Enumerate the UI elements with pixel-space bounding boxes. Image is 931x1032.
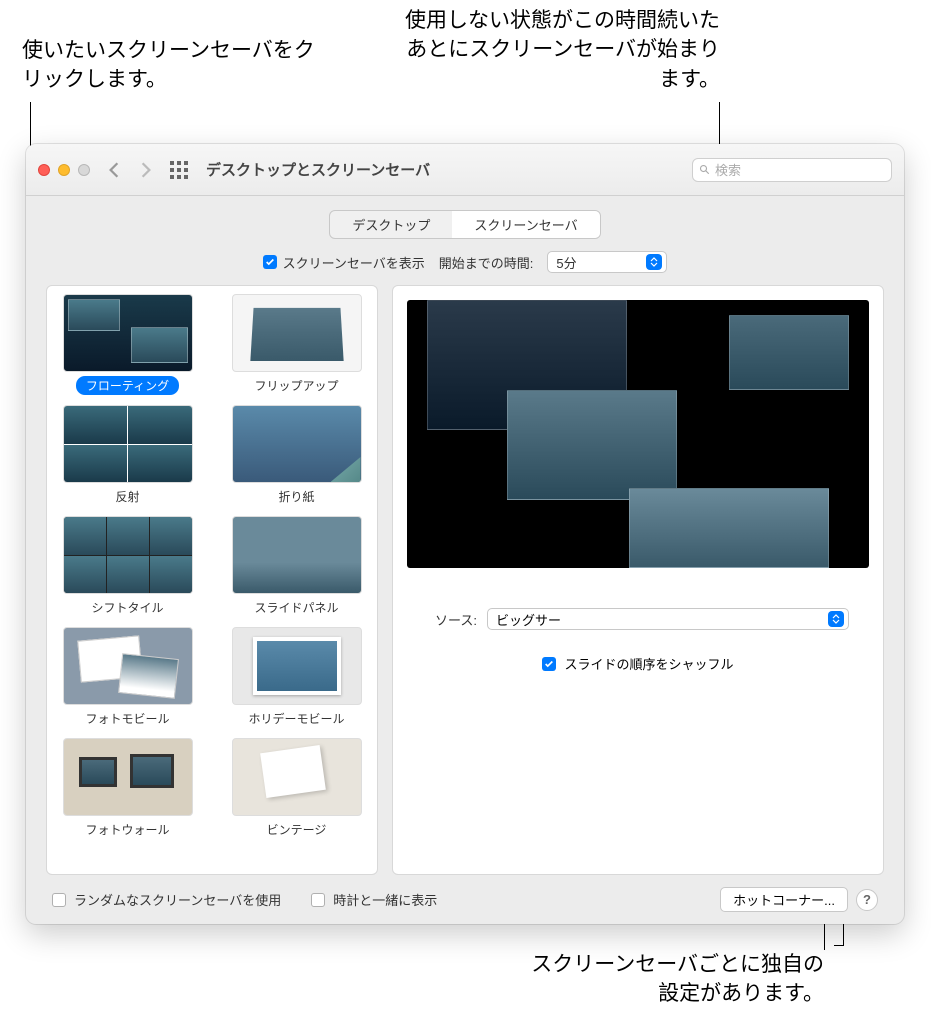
callout-select-saver: 使いたいスクリーンセーバをクリックします。 — [22, 36, 322, 95]
screensaver-thumbnail — [63, 294, 193, 372]
search-field[interactable]: 検索 — [692, 158, 892, 182]
screensaver-label: フォトモビール — [75, 709, 179, 728]
screensaver-thumbnail — [232, 738, 362, 816]
traffic-lights — [38, 164, 90, 176]
top-options: スクリーンセーバを表示 開始までの時間: 5分 — [46, 251, 884, 273]
popup-arrows-icon — [646, 254, 662, 270]
tab-desktop[interactable]: デスクトップ — [330, 211, 452, 238]
callout-idle-time: 使用しない状態がこの時間続いたあとにスクリーンセーバが始まります。 — [400, 6, 720, 94]
show-all-icon[interactable] — [170, 161, 188, 179]
start-after-label: 開始までの時間: — [439, 253, 534, 272]
screensaver-label: 反射 — [105, 487, 149, 506]
search-icon — [699, 164, 711, 176]
screensaver-thumbnail — [232, 294, 362, 372]
screensaver-label: フローティング — [76, 376, 179, 395]
screensaver-item[interactable]: 折り紙 — [224, 405, 369, 506]
preview-image[interactable] — [407, 300, 869, 568]
show-screensaver-label: スクリーンセーバを表示 — [283, 253, 425, 272]
close-button[interactable] — [38, 164, 50, 176]
hot-corners-button[interactable]: ホットコーナー... — [720, 887, 848, 912]
clock-label: 時計と一緒に表示 — [333, 890, 437, 909]
preview-pane: ソース: ビッグサー スライドの順序をシャ — [392, 285, 884, 875]
tab-control: デスクトップ スクリーンセーバ — [46, 210, 884, 239]
start-after-popup[interactable]: 5分 — [547, 251, 667, 273]
screensaver-item[interactable]: フローティング — [55, 294, 200, 395]
titlebar: デスクトップとスクリーンセーバ 検索 — [26, 144, 904, 196]
screensaver-label: 折り紙 — [268, 487, 324, 506]
search-placeholder: 検索 — [715, 160, 741, 179]
screensaver-label: フォトウォール — [75, 820, 179, 839]
minimize-button[interactable] — [58, 164, 70, 176]
screensaver-thumbnail — [232, 405, 362, 483]
screensaver-thumbnail — [63, 516, 193, 594]
random-label: ランダムなスクリーンセーバを使用 — [74, 890, 281, 909]
screensaver-thumbnail — [63, 627, 193, 705]
help-button[interactable]: ? — [856, 889, 878, 911]
screensaver-item[interactable]: フォトモビール — [55, 627, 200, 728]
screensaver-label: スライドパネル — [244, 598, 348, 617]
screensaver-item[interactable]: フリップアップ — [224, 294, 369, 395]
preferences-window: デスクトップとスクリーンセーバ 検索 デスクトップ スクリーンセーバ スクリーン… — [26, 144, 904, 924]
screensaver-label: ビンテージ — [257, 820, 337, 839]
nav-arrows — [108, 161, 152, 179]
callout-own-settings: スクリーンセーバごとに独自の設定があります。 — [524, 950, 824, 1009]
shuffle-label: スライドの順序をシャッフル — [564, 654, 733, 673]
tab-screensaver[interactable]: スクリーンセーバ — [452, 211, 599, 238]
screensaver-thumbnail — [63, 738, 193, 816]
screensaver-thumbnail — [63, 405, 193, 483]
screensaver-item[interactable]: ホリデーモビール — [224, 627, 369, 728]
screensaver-list[interactable]: フローティング フリップアップ反射 折り紙シフトタイル スライドパネルフォトモビール ホ… — [46, 285, 378, 875]
window-title: デスクトップとスクリーンセーバ — [206, 159, 430, 180]
screensaver-item[interactable]: ビンテージ — [224, 738, 369, 839]
bottom-bar: ランダムなスクリーンセーバを使用 時計と一緒に表示 ホットコーナー... ? — [46, 875, 884, 924]
start-after-value: 5分 — [556, 253, 576, 272]
back-icon[interactable] — [108, 161, 120, 179]
shuffle-checkbox[interactable] — [542, 657, 556, 671]
screensaver-label: シフトタイル — [81, 598, 173, 617]
screensaver-item[interactable]: シフトタイル — [55, 516, 200, 617]
screensaver-item[interactable]: スライドパネル — [224, 516, 369, 617]
source-value: ビッグサー — [496, 610, 561, 629]
screensaver-item[interactable]: 反射 — [55, 405, 200, 506]
screensaver-thumbnail — [232, 516, 362, 594]
source-popup[interactable]: ビッグサー — [487, 608, 849, 630]
popup-arrows-icon — [828, 611, 844, 627]
forward-icon[interactable] — [140, 161, 152, 179]
screensaver-label: フリップアップ — [244, 376, 348, 395]
screensaver-thumbnail — [232, 627, 362, 705]
screensaver-label: ホリデーモビール — [238, 709, 354, 728]
screensaver-item[interactable]: フォトウォール — [55, 738, 200, 839]
zoom-button — [78, 164, 90, 176]
show-screensaver-checkbox[interactable] — [263, 255, 277, 269]
source-label: ソース: — [427, 610, 477, 629]
clock-checkbox[interactable] — [311, 893, 325, 907]
random-checkbox[interactable] — [52, 893, 66, 907]
